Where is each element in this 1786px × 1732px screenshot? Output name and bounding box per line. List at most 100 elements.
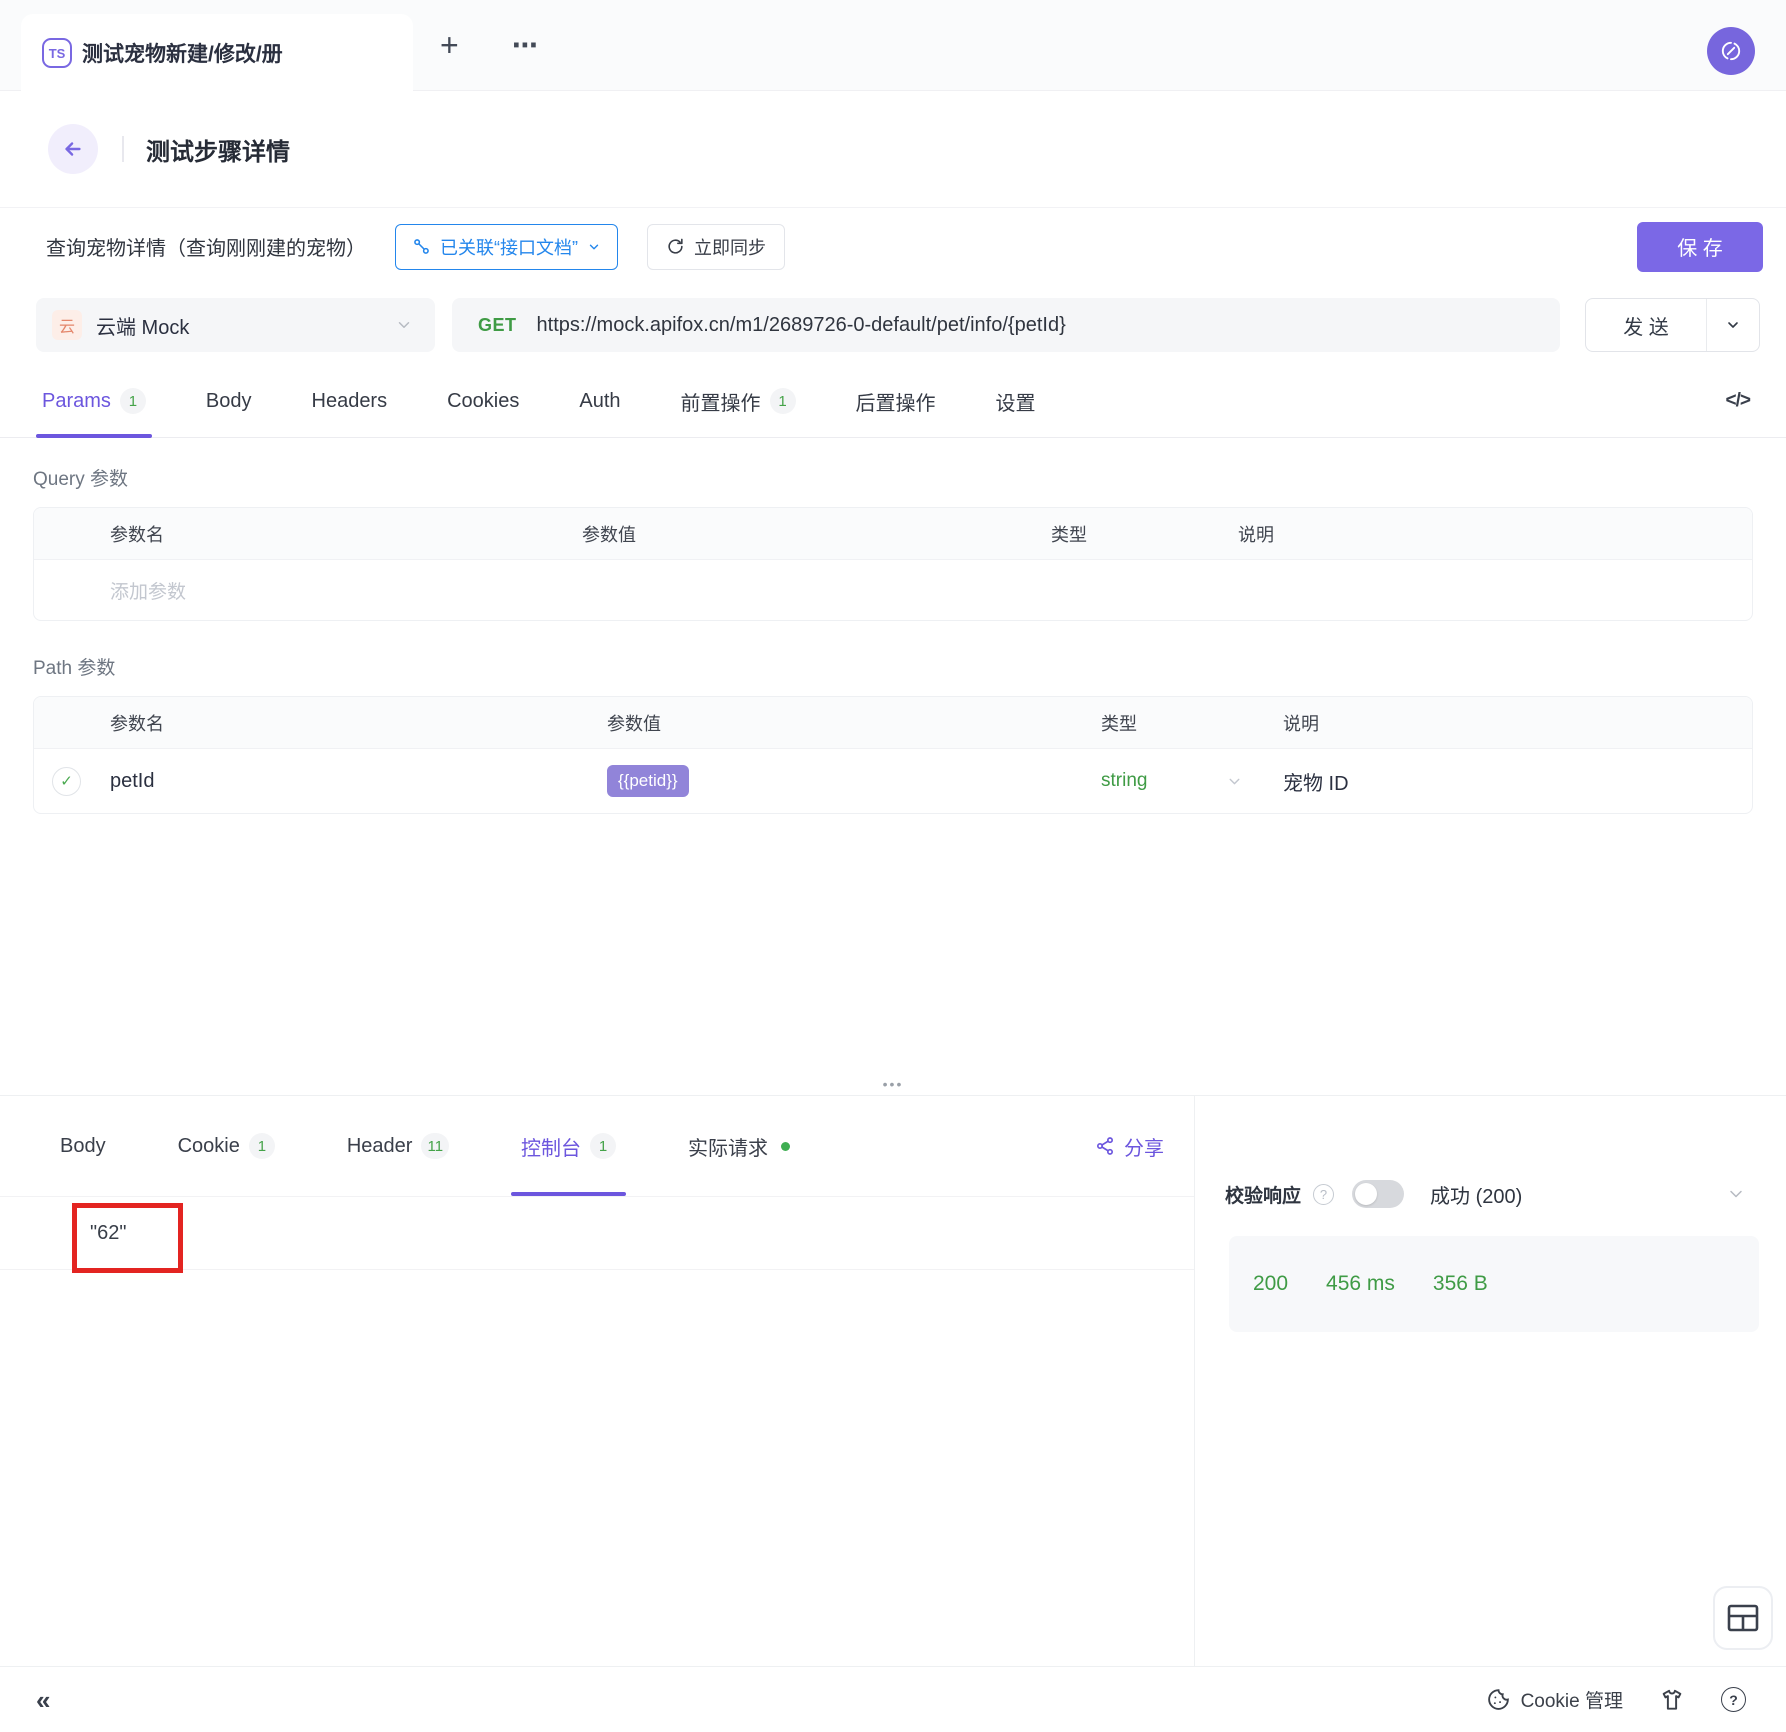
tab-more-menu[interactable]: ⋯ — [512, 32, 540, 58]
divider — [122, 136, 124, 162]
environment-name: 云端 Mock — [96, 311, 189, 340]
tab-actual-request[interactable]: 实际请求 — [688, 1096, 790, 1196]
refresh-icon — [666, 237, 685, 256]
share-icon — [1095, 1136, 1115, 1156]
send-split-button: 发 送 — [1585, 298, 1760, 352]
table-header-row: 参数名 参数值 类型 说明 — [34, 697, 1752, 749]
response-left-panel: Body Cookie 1 Header 11 控制台 1 实际请求 — [0, 1096, 1195, 1666]
status-code: 200 — [1253, 1272, 1288, 1296]
request-url-row: 云 云端 Mock GET https://mock.apifox.cn/m1/… — [0, 285, 1786, 365]
tab-label: Params — [42, 390, 111, 413]
layout-switch-button[interactable] — [1713, 1586, 1773, 1650]
red-highlight-box — [72, 1203, 183, 1273]
tab-label: 实际请求 — [688, 1132, 768, 1161]
tab-label: 控制台 — [521, 1132, 581, 1161]
new-tab-button[interactable]: + — [440, 29, 459, 61]
response-time: 456 ms — [1326, 1272, 1395, 1296]
help-icon[interactable]: ? — [1313, 1184, 1334, 1205]
count-badge: 1 — [590, 1133, 616, 1159]
chevron-down-icon — [1725, 317, 1741, 333]
response-stats: 200 456 ms 356 B — [1229, 1236, 1759, 1332]
cookie-manage-label: Cookie 管理 — [1521, 1686, 1623, 1713]
collapse-sidebar-icon[interactable]: « — [36, 1687, 50, 1713]
tab-body[interactable]: Body — [206, 365, 252, 437]
share-label: 分享 — [1124, 1132, 1164, 1161]
back-button[interactable] — [48, 124, 98, 174]
path-params-table: 参数名 参数值 类型 说明 ✓ petId {{petid}} string 宠… — [33, 696, 1753, 814]
response-tabs: Body Cookie 1 Header 11 控制台 1 实际请求 — [0, 1096, 1194, 1196]
query-params-table: 参数名 参数值 类型 说明 添加参数 — [33, 507, 1753, 621]
col-type: 类型 — [1051, 521, 1238, 547]
status-bar: « Cookie 管理 ? — [0, 1666, 1786, 1732]
validate-response-row: 校验响应 ? 成功 (200) — [1195, 1166, 1786, 1222]
tab-response-cookie[interactable]: Cookie 1 — [178, 1096, 275, 1196]
code-view-icon[interactable]: </> — [1726, 390, 1750, 412]
tab-auth[interactable]: Auth — [579, 365, 620, 437]
tab-response-body[interactable]: Body — [60, 1096, 106, 1196]
sync-now-button[interactable]: 立即同步 — [647, 224, 785, 270]
save-button[interactable]: 保 存 — [1637, 222, 1763, 272]
validate-toggle[interactable] — [1352, 1180, 1404, 1208]
tab-settings[interactable]: 设置 — [996, 365, 1036, 437]
tab-test-case[interactable]: TS 测试宠物新建/修改/册 — [21, 14, 413, 92]
tab-headers[interactable]: Headers — [312, 365, 388, 437]
send-button[interactable]: 发 送 — [1586, 299, 1706, 351]
cookie-icon — [1486, 1687, 1511, 1712]
sync-status-button[interactable] — [1707, 27, 1755, 75]
validate-response-label: 校验响应 — [1225, 1181, 1301, 1208]
tab-console[interactable]: 控制台 1 — [521, 1096, 616, 1196]
response-size: 356 B — [1433, 1272, 1488, 1296]
test-scenario-icon: TS — [42, 38, 72, 68]
response-right-panel: 校验响应 ? 成功 (200) 200 456 ms 356 B — [1195, 1096, 1786, 1666]
back-arrow-icon — [62, 138, 84, 160]
count-badge: 11 — [421, 1133, 449, 1159]
tab-label: Header — [347, 1135, 413, 1158]
share-button[interactable]: 分享 — [1095, 1132, 1164, 1161]
tab-label: Body — [60, 1135, 106, 1158]
param-desc[interactable]: 宠物 ID — [1283, 767, 1752, 796]
tab-label: 前置操作 — [681, 387, 761, 416]
tab-response-header[interactable]: Header 11 — [347, 1096, 449, 1196]
add-param-row[interactable]: 添加参数 — [34, 560, 1752, 620]
path-params-title: Path 参数 — [33, 653, 1753, 680]
cookie-manage-button[interactable]: Cookie 管理 — [1486, 1686, 1623, 1713]
tab-post-operations[interactable]: 后置操作 — [856, 365, 936, 437]
table-row: ✓ petId {{petid}} string 宠物 ID — [34, 749, 1752, 813]
help-icon[interactable]: ? — [1721, 1687, 1746, 1712]
tab-pre-operations[interactable]: 前置操作 1 — [681, 365, 796, 437]
layout-icon — [1727, 1604, 1759, 1632]
param-type: string — [1101, 770, 1147, 792]
page-title: 测试步骤详情 — [146, 132, 290, 167]
theme-tshirt-icon[interactable] — [1659, 1687, 1685, 1713]
col-value: 参数值 — [582, 521, 1051, 547]
tab-cookies[interactable]: Cookies — [447, 365, 519, 437]
toggle-knob — [1355, 1183, 1377, 1205]
panel-drag-handle[interactable]: ••• — [883, 1076, 904, 1092]
url-value: https://mock.apifox.cn/m1/2689726-0-defa… — [537, 314, 1066, 337]
enabled-check-icon[interactable]: ✓ — [52, 767, 81, 796]
send-options-button[interactable] — [1706, 299, 1759, 351]
tab-label: Cookies — [447, 390, 519, 413]
chevron-down-icon — [395, 316, 413, 334]
param-name[interactable]: petId — [110, 770, 154, 793]
request-name[interactable]: 查询宠物详情（查询刚刚建的宠物） — [46, 232, 366, 261]
environment-select[interactable]: 云 云端 Mock — [36, 298, 435, 352]
tab-title: 测试宠物新建/修改/册 — [82, 38, 283, 68]
link-icon — [412, 237, 431, 256]
count-badge: 1 — [770, 388, 796, 414]
tab-label: Body — [206, 390, 252, 413]
tab-label: 设置 — [996, 387, 1036, 416]
status-dot — [781, 1142, 790, 1151]
param-type-select[interactable]: string — [1101, 770, 1283, 792]
tab-params[interactable]: Params 1 — [42, 365, 146, 437]
table-header-row: 参数名 参数值 类型 说明 — [34, 508, 1752, 560]
col-desc: 说明 — [1238, 521, 1752, 547]
variable-badge[interactable]: {{petid}} — [607, 765, 689, 797]
linked-doc-label: 已关联“接口文档” — [440, 234, 578, 260]
tab-label: 后置操作 — [856, 387, 936, 416]
url-input[interactable]: GET https://mock.apifox.cn/m1/2689726-0-… — [452, 298, 1560, 352]
sync-circle-icon — [1719, 39, 1743, 63]
linked-doc-button[interactable]: 已关联“接口文档” — [395, 224, 618, 270]
col-value: 参数值 — [607, 710, 1101, 736]
chevron-down-icon[interactable] — [1726, 1184, 1746, 1204]
